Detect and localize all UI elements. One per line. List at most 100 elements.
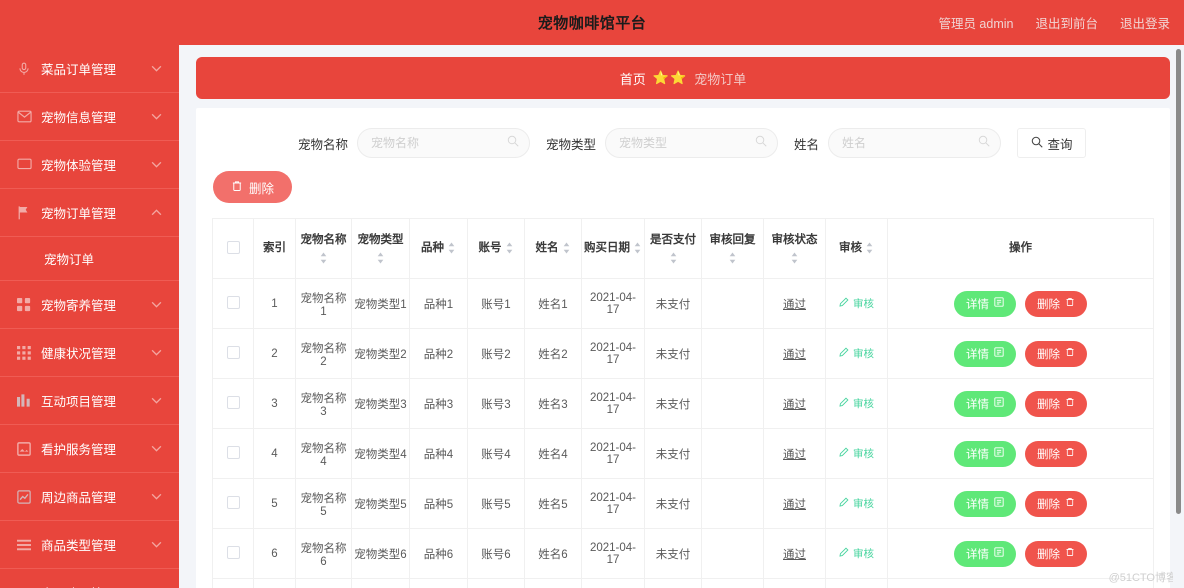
- th-buy-date[interactable]: 购买日期: [581, 218, 645, 279]
- table-row[interactable]: 4 宠物名称4 宠物类型4 品种4 账号4 姓名4 2021-04-17 未支付…: [212, 428, 1154, 479]
- row-delete-button[interactable]: 删除: [1025, 390, 1087, 417]
- pet-name-input-wrapper[interactable]: [357, 128, 531, 158]
- th-audit[interactable]: 审核: [825, 218, 888, 279]
- row-select-cell[interactable]: [212, 478, 254, 529]
- sidebar-subitem-pet-order[interactable]: 宠物订单: [0, 237, 179, 281]
- audit-link[interactable]: 审核: [839, 396, 874, 411]
- row-checkbox[interactable]: [226, 495, 240, 509]
- sort-icon[interactable]: [669, 252, 678, 264]
- sidebar-item-interactive-projects[interactable]: 互动项目管理: [0, 377, 179, 425]
- audit-status-value[interactable]: 通过: [783, 349, 806, 361]
- cell-audit[interactable]: [825, 578, 888, 588]
- row-select-cell[interactable]: [212, 278, 254, 329]
- table-row[interactable]: 6 宠物名称6 宠物类型6 品种6 账号6 姓名6 2021-04-17 未支付…: [212, 528, 1154, 579]
- sidebar-item-peripheral-goods[interactable]: 周边商品管理: [0, 473, 179, 521]
- cell-audit[interactable]: 审核: [825, 528, 888, 579]
- table-row[interactable]: 5 宠物名称5 宠物类型5 品种5 账号5 姓名5 2021-04-17 未支付…: [212, 478, 1154, 529]
- sort-icon[interactable]: [633, 242, 642, 254]
- audit-link[interactable]: 审核: [839, 546, 874, 561]
- cell-audit[interactable]: 审核: [825, 428, 888, 479]
- cell-audit[interactable]: 审核: [825, 478, 888, 529]
- audit-status-value[interactable]: 通过: [783, 499, 806, 511]
- detail-button[interactable]: 详情: [954, 490, 1016, 517]
- sidebar-item-care-service[interactable]: 看护服务管理: [0, 425, 179, 473]
- cell-operation[interactable]: 详情 删除: [887, 428, 1154, 479]
- row-select-cell[interactable]: [212, 328, 254, 379]
- th-pet-type[interactable]: 宠物类型: [351, 218, 410, 279]
- detail-button[interactable]: 详情: [954, 390, 1016, 417]
- row-delete-button[interactable]: 删除: [1025, 440, 1087, 467]
- cell-operation[interactable]: 详情 删除: [887, 378, 1154, 429]
- table-row[interactable]: 2 宠物名称2 宠物类型2 品种2 账号2 姓名2 2021-04-17 未支付…: [212, 328, 1154, 379]
- cell-operation[interactable]: 详情 删除: [887, 328, 1154, 379]
- audit-status-value[interactable]: 通过: [783, 299, 806, 311]
- audit-status-value[interactable]: 通过: [783, 449, 806, 461]
- exit-to-frontend-link[interactable]: 退出到前台: [1035, 13, 1098, 32]
- th-pet-name[interactable]: 宠物名称: [295, 218, 352, 279]
- bulk-delete-button[interactable]: 删除: [213, 171, 293, 203]
- sort-icon[interactable]: [376, 252, 385, 264]
- page-scrollbar-track[interactable]: [1173, 45, 1184, 588]
- cell-audit[interactable]: 审核: [825, 378, 888, 429]
- row-delete-button[interactable]: 删除: [1025, 340, 1087, 367]
- th-audit-status[interactable]: 审核状态: [763, 218, 826, 279]
- sort-icon[interactable]: [728, 252, 737, 264]
- sort-icon[interactable]: [562, 242, 571, 254]
- select-all-checkbox[interactable]: [226, 240, 240, 254]
- row-select-cell[interactable]: [212, 578, 254, 588]
- sidebar-item-goods-purchase[interactable]: 商品购买管理: [0, 569, 179, 588]
- th-breed[interactable]: 品种: [409, 218, 468, 279]
- th-audit-reply[interactable]: 审核回复: [701, 218, 764, 279]
- sort-icon[interactable]: [505, 242, 514, 254]
- table-row[interactable]: 用户喜欢: [212, 578, 1154, 588]
- sidebar-item-pet-experience[interactable]: 宠物体验管理: [0, 141, 179, 189]
- audit-link[interactable]: 审核: [839, 346, 874, 361]
- sidebar-item-goods-type[interactable]: 商品类型管理: [0, 521, 179, 569]
- query-button[interactable]: 查询: [1017, 128, 1087, 158]
- cell-operation[interactable]: 详情 删除: [887, 478, 1154, 529]
- th-account[interactable]: 账号: [467, 218, 525, 279]
- sidebar-item-pet-boarding[interactable]: 宠物寄养管理: [0, 281, 179, 329]
- sidebar-item-pet-info[interactable]: 宠物信息管理: [0, 93, 179, 141]
- table-row[interactable]: 1 宠物名称1 宠物类型1 品种1 账号1 姓名1 2021-04-17 未支付…: [212, 278, 1154, 329]
- detail-button[interactable]: 详情: [954, 440, 1016, 467]
- sidebar-item-pet-orders[interactable]: 宠物订单管理: [0, 189, 179, 237]
- pet-name-input[interactable]: [371, 136, 504, 150]
- cell-audit[interactable]: 审核: [825, 278, 888, 329]
- page-scrollbar-thumb[interactable]: [1176, 49, 1181, 514]
- row-delete-button[interactable]: 删除: [1025, 540, 1087, 567]
- row-checkbox[interactable]: [226, 545, 240, 559]
- th-paid[interactable]: 是否支付: [644, 218, 702, 279]
- cell-operation[interactable]: 详情 删除: [887, 278, 1154, 329]
- breadcrumb-home[interactable]: 首页: [620, 69, 646, 88]
- cell-operation[interactable]: [887, 578, 1154, 588]
- audit-status-value[interactable]: 通过: [783, 399, 806, 411]
- row-delete-button[interactable]: 删除: [1025, 490, 1087, 517]
- row-checkbox[interactable]: [226, 395, 240, 409]
- row-checkbox[interactable]: [226, 295, 240, 309]
- breadcrumb-current[interactable]: 宠物订单: [694, 69, 746, 88]
- table-row[interactable]: 3 宠物名称3 宠物类型3 品种3 账号3 姓名3 2021-04-17 未支付…: [212, 378, 1154, 429]
- name-input-wrapper[interactable]: [828, 128, 1002, 158]
- name-input[interactable]: [842, 136, 975, 150]
- sidebar[interactable]: 菜品订单管理 宠物信息管理 宠物体验管理 宠物订单管理 宠物订单 宠物寄养管理 …: [0, 45, 179, 588]
- cell-audit[interactable]: 审核: [825, 328, 888, 379]
- sort-icon[interactable]: [319, 252, 328, 264]
- logout-link[interactable]: 退出登录: [1120, 13, 1170, 32]
- row-select-cell[interactable]: [212, 428, 254, 479]
- sort-icon[interactable]: [447, 242, 456, 254]
- sidebar-item-dish-orders[interactable]: 菜品订单管理: [0, 45, 179, 93]
- pet-type-input-wrapper[interactable]: [605, 128, 779, 158]
- sort-icon[interactable]: [865, 242, 874, 254]
- row-select-cell[interactable]: [212, 528, 254, 579]
- sidebar-item-health-status[interactable]: 健康状况管理: [0, 329, 179, 377]
- th-select-all[interactable]: [212, 218, 254, 279]
- detail-button[interactable]: 详情: [954, 340, 1016, 367]
- audit-link[interactable]: 审核: [839, 496, 874, 511]
- detail-button[interactable]: 详情: [954, 540, 1016, 567]
- row-select-cell[interactable]: [212, 378, 254, 429]
- audit-status-value[interactable]: 通过: [783, 549, 806, 561]
- row-checkbox[interactable]: [226, 445, 240, 459]
- pet-type-input[interactable]: [619, 136, 752, 150]
- audit-link[interactable]: 审核: [839, 296, 874, 311]
